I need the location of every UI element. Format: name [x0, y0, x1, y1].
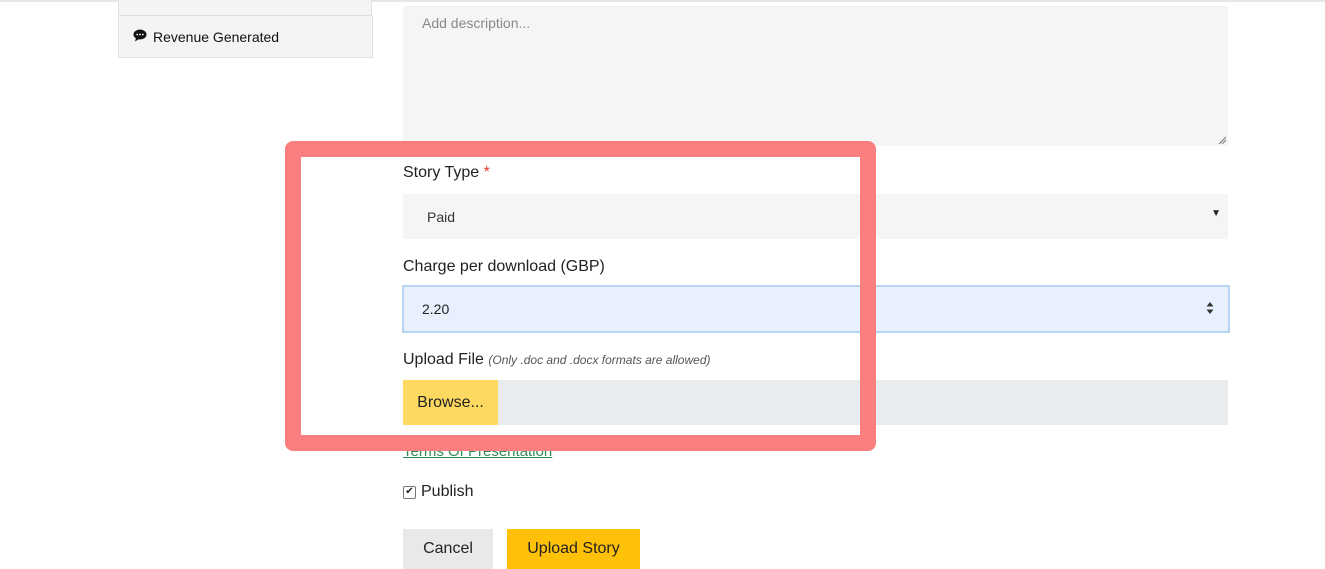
sidebar: Revenue Generated	[118, 0, 373, 58]
number-spinner-icon[interactable]	[1206, 301, 1214, 315]
description-textarea[interactable]: Add description...	[403, 6, 1228, 146]
browse-button[interactable]: Browse...	[403, 380, 498, 425]
upload-file-label: Upload File (Only .doc and .docx formats…	[403, 351, 711, 368]
upload-file-hint: (Only .doc and .docx formats are allowed…	[488, 353, 711, 367]
story-type-select[interactable]: Paid ▼	[403, 194, 1228, 239]
charge-label: Charge per download (GBP)	[403, 258, 605, 275]
publish-label: Publish	[421, 483, 474, 500]
story-type-label: Story Type *	[403, 164, 490, 181]
sidebar-item-previous[interactable]	[118, 0, 372, 16]
dropdown-caret-icon: ▼	[1211, 208, 1221, 219]
required-mark: *	[483, 164, 490, 181]
upload-story-button[interactable]: Upload Story	[507, 529, 640, 569]
story-type-selected-value: Paid	[427, 208, 456, 225]
sidebar-item-label: Revenue Generated	[153, 28, 280, 45]
terms-link[interactable]: Terms Of Presentation	[403, 443, 552, 460]
description-placeholder: Add description...	[422, 15, 531, 31]
comment-icon	[133, 29, 153, 45]
sidebar-item-revenue-generated[interactable]: Revenue Generated	[118, 16, 373, 58]
publish-checkbox[interactable]: ✔	[403, 485, 416, 499]
charge-value: 2.20	[422, 301, 450, 317]
publish-option: ✔ Publish	[403, 483, 473, 501]
file-upload-field[interactable]: Browse...	[403, 380, 1228, 425]
charge-input[interactable]: 2.20	[402, 285, 1230, 333]
cancel-button[interactable]: Cancel	[403, 529, 493, 569]
resize-grip-icon[interactable]	[1218, 136, 1226, 144]
